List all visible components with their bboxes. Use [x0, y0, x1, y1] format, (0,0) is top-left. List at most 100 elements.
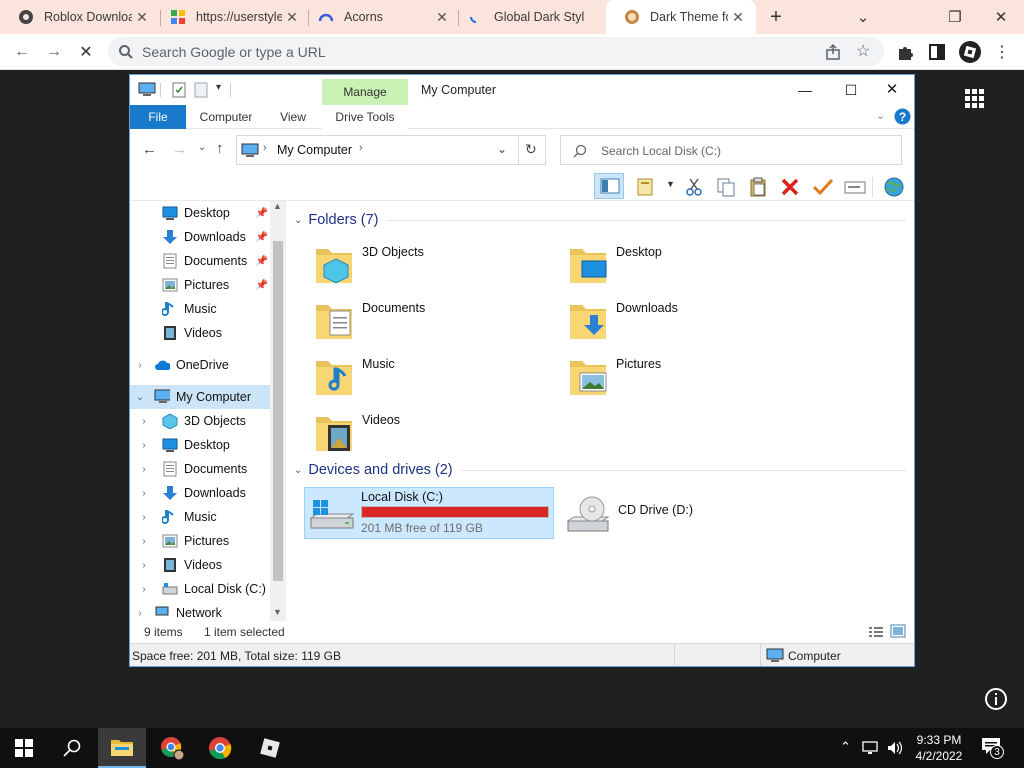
share-icon[interactable] — [824, 43, 842, 61]
nav-item-music-2[interactable]: › Music — [130, 505, 270, 529]
side-panel-icon[interactable] — [928, 43, 946, 61]
roblox-extension-icon[interactable] — [958, 40, 982, 64]
preview-pane-button[interactable] — [594, 173, 624, 199]
folder-item-music[interactable]: Music — [314, 353, 554, 403]
expand-chevron-icon[interactable]: › — [130, 584, 158, 595]
properties-icon[interactable] — [172, 82, 186, 98]
close-window-icon[interactable]: ✕ — [978, 0, 1024, 34]
drive-item-cd-drive-d[interactable]: CD Drive (D:) — [562, 491, 762, 539]
collapse-chevron-icon[interactable]: ⌄ — [130, 392, 150, 403]
expand-chevron-icon[interactable]: › — [130, 416, 158, 427]
tab-file[interactable]: File — [130, 105, 186, 129]
tab-userstyles[interactable]: https://userstyle ✕ — [152, 0, 310, 34]
expand-chevron-icon[interactable]: › — [130, 512, 158, 523]
back-arrow-icon[interactable]: ← — [10, 40, 34, 64]
folders-group-header[interactable]: ⌄ Folders (7) — [294, 209, 906, 231]
new-item-dropdown-icon[interactable]: ▼ — [666, 179, 675, 189]
nav-item-local-disk[interactable]: › Local Disk (C:) — [130, 577, 270, 601]
rename-icon[interactable] — [844, 177, 866, 197]
cut-icon[interactable] — [684, 177, 704, 197]
nav-item-downloads[interactable]: Downloads 📌 — [130, 225, 270, 249]
nav-item-desktop-2[interactable]: › Desktop — [130, 433, 270, 457]
nav-item-pictures-2[interactable]: › Pictures — [130, 529, 270, 553]
new-tab-button[interactable]: + — [764, 6, 788, 28]
customize-qat-icon[interactable]: ▾ — [216, 82, 221, 93]
nav-item-onedrive[interactable]: › OneDrive — [130, 353, 270, 377]
pin-icon[interactable]: 📌 — [256, 232, 268, 243]
breadcrumb-my-computer[interactable]: My Computer — [277, 143, 352, 157]
folder-item-videos[interactable]: Videos — [314, 409, 554, 459]
recent-locations-chevron-icon[interactable]: ⌄ — [198, 142, 206, 153]
stop-loading-icon[interactable]: ✕ — [74, 40, 98, 64]
refresh-button[interactable]: ↻ — [518, 135, 546, 165]
pin-icon[interactable]: 📌 — [256, 280, 268, 291]
omnibox[interactable]: Search Google or type a URL ☆ — [108, 37, 884, 66]
taskbar-roblox[interactable] — [246, 728, 294, 768]
nav-item-documents-2[interactable]: › Documents — [130, 457, 270, 481]
folder-item-pictures[interactable]: Pictures — [568, 353, 808, 403]
scroll-down-icon[interactable]: ▼ — [273, 607, 282, 617]
tab-drive-tools[interactable]: Drive Tools — [322, 105, 408, 129]
close-tab-icon[interactable]: ✕ — [432, 9, 452, 26]
close-tab-icon[interactable]: ✕ — [132, 9, 152, 26]
nav-item-my-computer[interactable]: ⌄ My Computer — [130, 385, 270, 409]
tab-acorns[interactable]: Acorns ✕ — [300, 0, 460, 34]
close-tab-icon[interactable]: ✕ — [282, 9, 302, 26]
nav-item-network[interactable]: › Network — [130, 605, 270, 621]
info-icon[interactable] — [984, 687, 1008, 711]
folder-item-3d-objects[interactable]: 3D Objects — [314, 241, 554, 291]
minimize-button[interactable]: — — [782, 77, 828, 103]
nav-item-downloads-2[interactable]: › Downloads — [130, 481, 270, 505]
checkmark-icon[interactable] — [812, 177, 834, 197]
expand-chevron-icon[interactable]: › — [130, 488, 158, 499]
help-icon[interactable]: ? — [894, 108, 911, 125]
search-box[interactable]: Search Local Disk (C:) — [560, 135, 902, 165]
bookmark-star-icon[interactable]: ☆ — [856, 41, 870, 61]
back-arrow-icon[interactable]: ← — [142, 141, 157, 158]
forward-arrow-icon[interactable]: → — [42, 40, 66, 64]
expand-chevron-icon[interactable]: › — [130, 536, 158, 547]
folder-item-downloads[interactable]: Downloads — [568, 297, 808, 347]
volume-icon[interactable] — [886, 740, 904, 756]
network-globe-icon[interactable] — [882, 176, 906, 198]
nav-item-music[interactable]: Music — [130, 297, 270, 321]
notifications-button[interactable]: 3 — [980, 736, 1006, 762]
up-arrow-icon[interactable]: ↑ — [216, 140, 224, 157]
large-icons-view-icon[interactable] — [890, 624, 906, 638]
scroll-up-icon[interactable]: ▲ — [273, 201, 282, 211]
nav-item-3d-objects[interactable]: › 3D Objects — [130, 409, 270, 433]
search-button[interactable] — [48, 728, 96, 768]
delete-icon[interactable] — [780, 177, 800, 197]
tab-global-dark-style[interactable]: Global Dark Styl — [450, 0, 608, 34]
tab-view[interactable]: View — [268, 105, 318, 129]
drive-item-local-disk-c[interactable]: Local Disk (C:) 201 MB free of 119 GB — [304, 487, 554, 539]
show-hidden-icons-chevron-icon[interactable]: ⌃ — [840, 739, 851, 755]
close-tab-icon[interactable]: ✕ — [728, 9, 748, 26]
scroll-thumb[interactable] — [273, 241, 283, 581]
expand-chevron-icon[interactable]: › — [130, 440, 158, 451]
details-view-icon[interactable] — [868, 625, 884, 639]
paste-icon[interactable] — [748, 177, 768, 197]
tab-dark-theme[interactable]: Dark Theme for ✕ — [606, 0, 756, 34]
restore-icon[interactable]: ❐ — [932, 0, 978, 34]
menu-kebab-icon[interactable]: ⋮ — [990, 40, 1014, 64]
nav-item-desktop[interactable]: Desktop 📌 — [130, 201, 270, 225]
taskbar-chrome-profile[interactable] — [148, 728, 196, 768]
copy-icon[interactable] — [716, 177, 736, 197]
drives-group-header[interactable]: ⌄ Devices and drives (2) — [294, 459, 906, 481]
taskbar-file-explorer[interactable] — [98, 728, 146, 768]
expand-chevron-icon[interactable]: › — [130, 464, 158, 475]
address-dropdown-icon[interactable]: ⌄ — [497, 142, 507, 156]
expand-ribbon-icon[interactable]: ⌄ — [876, 109, 885, 122]
new-folder-icon[interactable] — [194, 82, 208, 98]
nav-item-videos-2[interactable]: › Videos — [130, 553, 270, 577]
taskbar-chrome[interactable] — [196, 728, 244, 768]
folder-item-desktop[interactable]: Desktop — [568, 241, 808, 291]
address-bar[interactable]: › My Computer › ⌄ — [236, 135, 546, 165]
tab-computer[interactable]: Computer — [190, 105, 262, 129]
forward-arrow-icon[interactable]: → — [172, 141, 187, 158]
pin-icon[interactable]: 📌 — [256, 208, 268, 219]
manage-contextual-tab[interactable]: Manage — [322, 79, 408, 105]
network-icon[interactable] — [862, 740, 880, 756]
clock[interactable]: 9:33 PM 4/2/2022 — [904, 732, 974, 764]
